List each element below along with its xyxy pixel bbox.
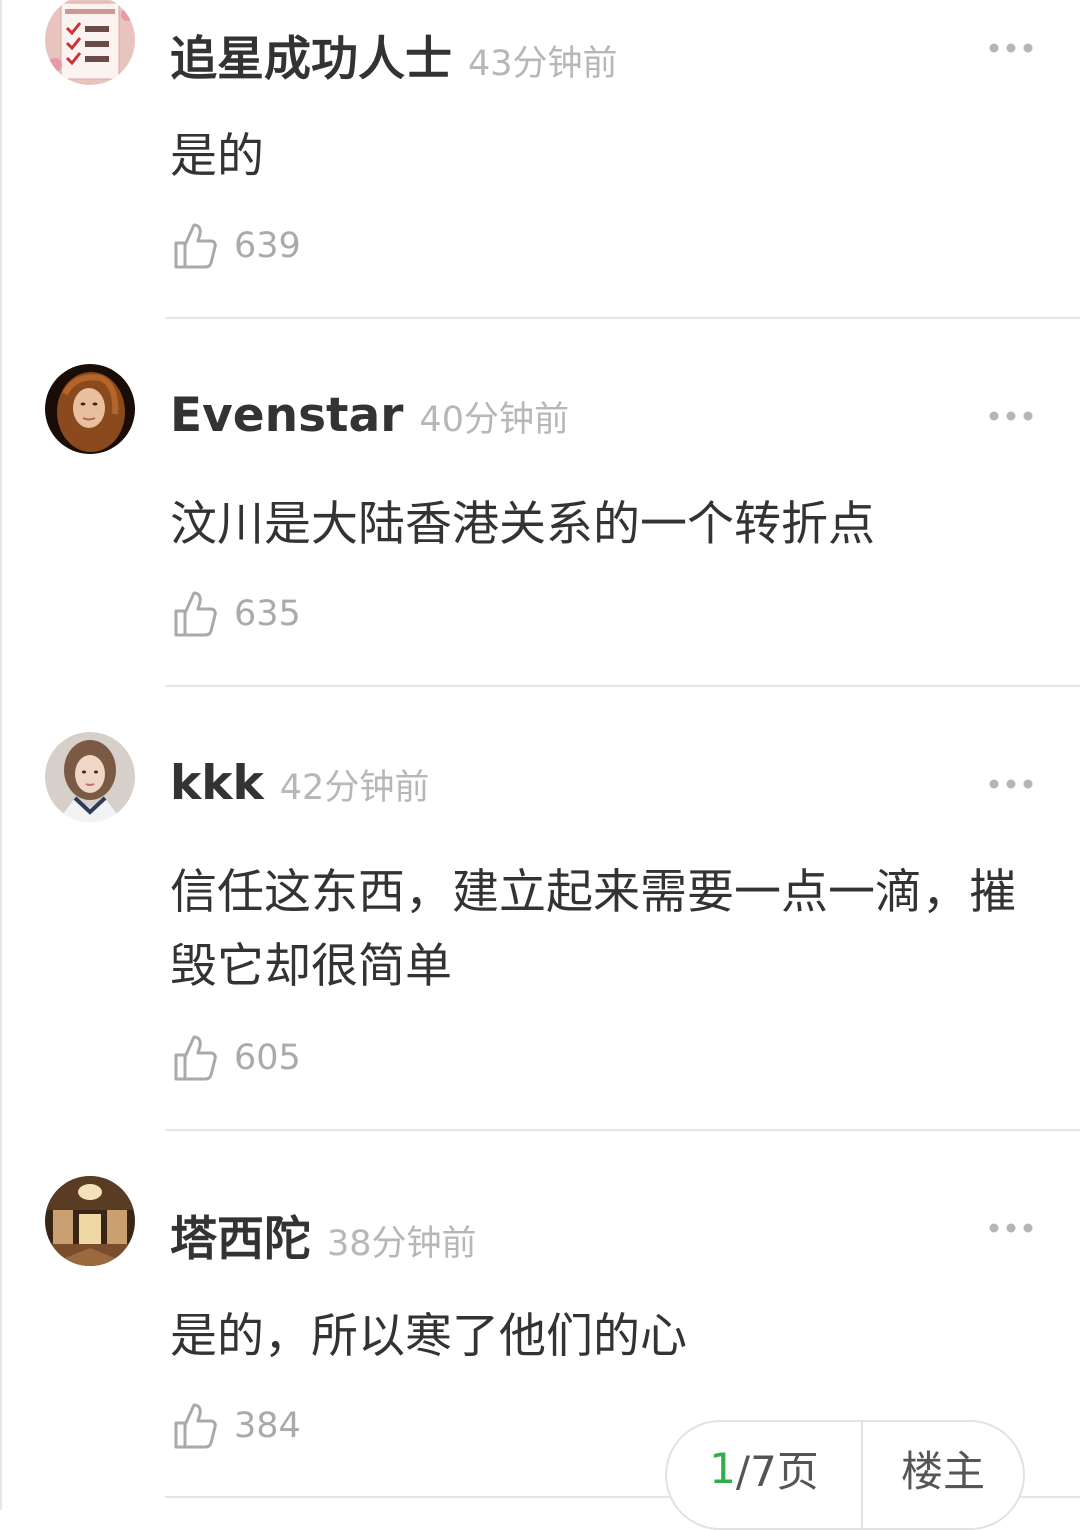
username[interactable]: 塔西陀 (170, 1200, 311, 1269)
comment-text: 信任这东西，建立起来需要一点一滴，摧毁它却很简单 (170, 865, 1016, 994)
like-button[interactable]: 605 (172, 1030, 301, 1086)
thumbs-up-icon (174, 1403, 217, 1449)
timestamp: 42分钟前 (279, 768, 430, 808)
like-count: 605 (234, 1038, 301, 1078)
comment-text: 汶川是大陆香港关系的一个转折点 (170, 497, 875, 552)
comment-meta: Evenstar 40分钟前 (170, 388, 569, 448)
timestamp: 43分钟前 (468, 44, 618, 84)
username[interactable]: kkk (170, 756, 264, 811)
more-dots-icon[interactable] (986, 1218, 1036, 1238)
divider (165, 1129, 1080, 1131)
current-page-number: 1 (709, 1443, 736, 1493)
like-button[interactable]: 384 (172, 1398, 301, 1454)
more-dots-icon[interactable] (986, 406, 1036, 426)
like-count: 639 (234, 226, 301, 266)
comment-meta: 追星成功人士 43分钟前 (170, 20, 618, 87)
thumbs-up-icon (174, 1035, 217, 1081)
avatar[interactable] (45, 732, 135, 822)
page-navigator: 1/7页 楼主 (665, 1420, 1025, 1530)
like-count: 384 (234, 1406, 301, 1446)
left-edge-border (0, 0, 2, 1510)
more-dots-icon[interactable] (986, 774, 1036, 794)
more-dots-icon[interactable] (986, 38, 1036, 58)
comment-text: 是的，所以寒了他们的心 (170, 1309, 687, 1364)
username[interactable]: Evenstar (170, 388, 403, 443)
page-indicator-button[interactable]: 1/7页 (667, 1422, 863, 1528)
like-count: 635 (234, 594, 301, 634)
like-button[interactable]: 639 (172, 218, 301, 274)
avatar[interactable] (45, 1176, 135, 1266)
username[interactable]: 追星成功人士 (170, 20, 452, 89)
comment-meta: 塔西陀 38分钟前 (170, 1200, 477, 1267)
comment-meta: kkk 42分钟前 (170, 756, 429, 816)
divider (165, 317, 1080, 319)
thumbs-up-icon (174, 591, 217, 637)
like-button[interactable]: 635 (172, 586, 301, 642)
total-pages-label: /7页 (735, 1446, 819, 1496)
comment-text: 是的 (170, 129, 264, 184)
only-op-button[interactable]: 楼主 (863, 1422, 1023, 1528)
thumbs-up-icon (174, 223, 217, 269)
avatar[interactable] (45, 0, 135, 85)
avatar[interactable] (45, 364, 135, 454)
timestamp: 40分钟前 (419, 400, 569, 440)
timestamp: 38分钟前 (327, 1224, 477, 1264)
divider (165, 685, 1080, 687)
